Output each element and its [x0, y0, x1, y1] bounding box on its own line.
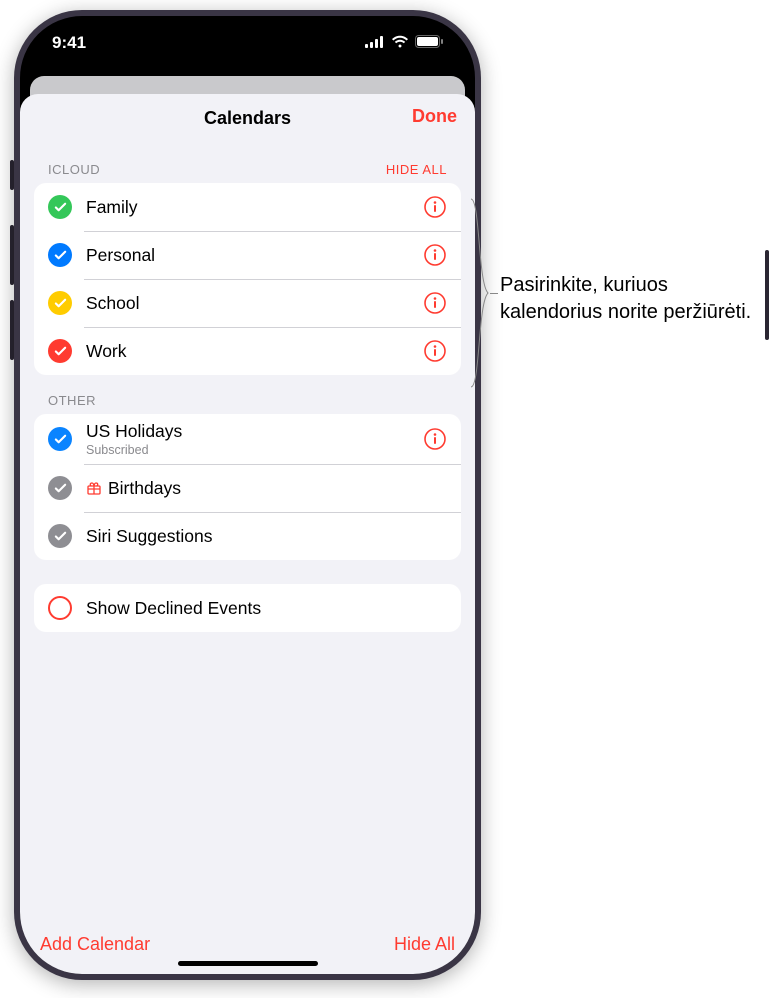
info-button[interactable] — [423, 243, 447, 267]
other-calendar-list: US Holidays Subscribed Birthdays — [34, 414, 461, 560]
checkmark-icon — [48, 339, 72, 363]
calendar-row-siri-suggestions[interactable]: Siri Suggestions — [34, 512, 461, 560]
add-calendar-button[interactable]: Add Calendar — [40, 934, 150, 955]
calendar-row-us-holidays[interactable]: US Holidays Subscribed — [34, 414, 461, 464]
checkmark-icon — [48, 524, 72, 548]
hide-all-button[interactable]: Hide All — [394, 934, 455, 955]
callout-connector — [490, 293, 498, 294]
checkmark-icon — [48, 243, 72, 267]
checkmark-icon — [48, 476, 72, 500]
checkmark-icon — [48, 195, 72, 219]
done-button[interactable]: Done — [412, 106, 457, 127]
calendar-label: US Holidays — [86, 421, 423, 442]
hide-all-icloud-button[interactable]: HIDE ALL — [386, 162, 447, 177]
section-label-icloud: ICLOUD — [48, 162, 100, 177]
home-indicator — [178, 961, 318, 966]
phone-frame: 9:41 Calendars Done ICLO — [14, 10, 481, 980]
calendar-label: Birthdays — [86, 478, 447, 499]
unchecked-circle-icon — [48, 596, 72, 620]
checkmark-icon — [48, 291, 72, 315]
calendar-row-family[interactable]: Family — [34, 183, 461, 231]
checkmark-icon — [48, 427, 72, 451]
calendar-label: Family — [86, 197, 423, 218]
calendar-sublabel: Subscribed — [86, 443, 423, 457]
calendar-label: Work — [86, 341, 423, 362]
icloud-calendar-list: Family Personal School Work — [34, 183, 461, 375]
phone-screen: 9:41 Calendars Done ICLO — [20, 16, 475, 974]
callout-text: Pasirinkite, kuriuos kalendorius norite … — [500, 272, 770, 326]
wifi-icon — [391, 33, 409, 53]
info-button[interactable] — [423, 291, 447, 315]
calendar-label: Personal — [86, 245, 423, 266]
info-button[interactable] — [423, 427, 447, 451]
info-button[interactable] — [423, 339, 447, 363]
callout-brace — [470, 198, 490, 388]
dynamic-island — [185, 34, 311, 70]
gift-icon — [86, 480, 102, 496]
calendar-row-birthdays[interactable]: Birthdays — [34, 464, 461, 512]
status-time: 9:41 — [52, 33, 86, 53]
section-label-other: OTHER — [48, 393, 96, 408]
show-declined-events-toggle[interactable]: Show Declined Events — [34, 584, 461, 632]
calendar-row-work[interactable]: Work — [34, 327, 461, 375]
section-header-other: OTHER — [20, 375, 475, 414]
calendar-row-school[interactable]: School — [34, 279, 461, 327]
declined-label: Show Declined Events — [86, 598, 447, 619]
sheet-title: Calendars — [204, 108, 291, 129]
battery-icon — [415, 33, 443, 53]
calendar-row-personal[interactable]: Personal — [34, 231, 461, 279]
declined-events-section: Show Declined Events — [34, 584, 461, 632]
info-button[interactable] — [423, 195, 447, 219]
calendar-label: School — [86, 293, 423, 314]
sheet-header: Calendars Done — [20, 94, 475, 144]
calendars-sheet: Calendars Done ICLOUD HIDE ALL Family Pe… — [20, 94, 475, 974]
cellular-icon — [365, 33, 385, 53]
section-header-icloud: ICLOUD HIDE ALL — [20, 144, 475, 183]
calendar-label: Siri Suggestions — [86, 526, 447, 547]
